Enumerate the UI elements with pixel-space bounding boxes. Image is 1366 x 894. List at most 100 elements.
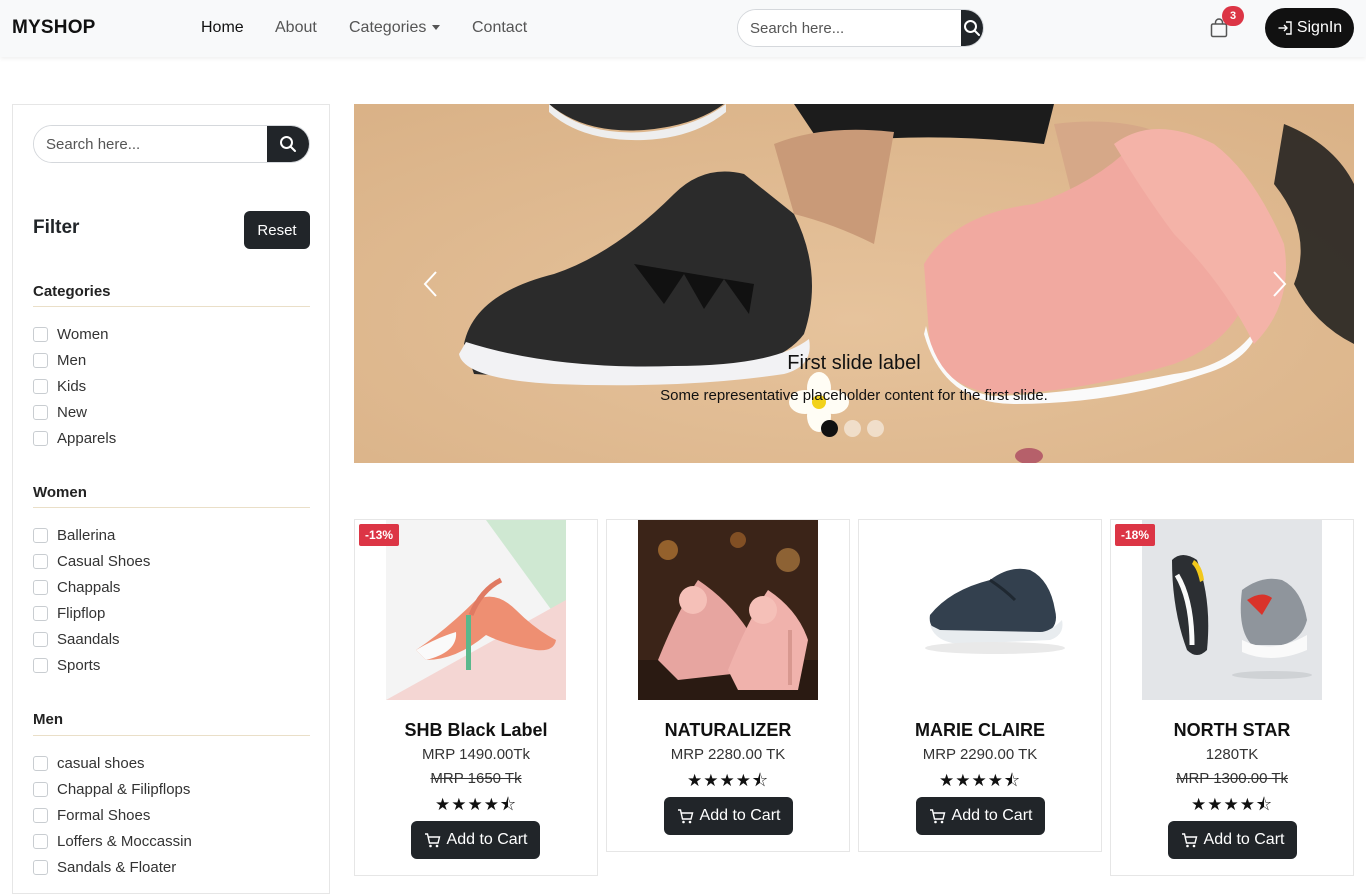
checkbox[interactable] xyxy=(33,379,48,394)
chevron-left-icon xyxy=(423,271,437,297)
checkbox[interactable] xyxy=(33,756,48,771)
filter-option[interactable]: Formal Shoes xyxy=(33,807,150,824)
rating-stars: ★★★★⯪ xyxy=(686,771,770,790)
checkbox[interactable] xyxy=(33,632,48,647)
filter-option[interactable]: Men xyxy=(33,352,86,369)
filter-option[interactable]: Casual Shoes xyxy=(33,553,150,570)
signin-label: SignIn xyxy=(1296,19,1343,36)
product-price: MRP 2280.00 TK xyxy=(670,746,786,763)
filter-sidebar: Filter Reset Categories Women Men Kids N… xyxy=(12,104,330,894)
filter-option[interactable]: Sports xyxy=(33,657,100,674)
filter-option[interactable]: Sandals & Floater xyxy=(33,859,176,876)
product-name[interactable]: NORTH STAR xyxy=(1111,720,1353,741)
filter-option-label: Sports xyxy=(57,657,101,674)
header-search-input[interactable] xyxy=(738,10,961,46)
checkbox[interactable] xyxy=(33,405,48,420)
filter-option-label: Formal Shoes xyxy=(57,807,151,824)
filter-option[interactable]: Kids xyxy=(33,378,86,395)
cart-icon xyxy=(1181,833,1197,848)
filter-option[interactable]: Loffers & Moccassin xyxy=(33,833,192,850)
sidebar-search xyxy=(33,125,310,163)
nav-about[interactable]: About xyxy=(275,19,317,37)
add-to-cart-label: Add to Cart xyxy=(699,807,781,824)
reset-button[interactable]: Reset xyxy=(244,211,310,249)
checkbox[interactable] xyxy=(33,860,48,875)
product-old-price: MRP 1300.00 Tk xyxy=(1175,770,1288,787)
filter-option[interactable]: Women xyxy=(33,326,108,343)
filter-option[interactable]: Saandals xyxy=(33,631,120,648)
filter-option[interactable]: Ballerina xyxy=(33,527,115,544)
carousel-caption-text: Some representative placeholder content … xyxy=(660,387,1048,404)
filter-group-title: Women xyxy=(33,484,87,501)
carousel-indicator-1[interactable] xyxy=(821,420,838,437)
filter-option-label: Kids xyxy=(57,378,87,395)
checkbox[interactable] xyxy=(33,528,48,543)
product-name[interactable]: SHB Black Label xyxy=(355,720,597,741)
checkbox[interactable] xyxy=(33,606,48,621)
sidebar-search-button[interactable] xyxy=(267,126,309,162)
sidebar-search-input[interactable] xyxy=(34,126,267,162)
filter-group-title: Categories xyxy=(33,283,111,300)
add-to-cart-button[interactable]: Add to Cart xyxy=(1168,821,1297,859)
product-name[interactable]: MARIE CLAIRE xyxy=(859,720,1101,741)
cart-count-badge: 3 xyxy=(1222,6,1244,26)
nav-categories-label: Categories xyxy=(349,19,427,36)
checkbox[interactable] xyxy=(33,554,48,569)
filter-option[interactable]: Chappal & Filipflops xyxy=(33,781,190,798)
header-search-button[interactable] xyxy=(961,10,983,46)
add-to-cart-label: Add to Cart xyxy=(446,831,528,848)
product-card: MARIE CLAIRE MRP 2290.00 TK ★★★★⯪ Add to… xyxy=(858,519,1102,852)
nav-categories-dropdown[interactable]: Categories xyxy=(349,19,441,37)
product-photo xyxy=(638,520,818,700)
add-to-cart-button[interactable]: Add to Cart xyxy=(916,797,1045,835)
filter-option-label: Chappals xyxy=(57,579,121,596)
checkbox[interactable] xyxy=(33,431,48,446)
header-search xyxy=(737,9,984,47)
add-to-cart-label: Add to Cart xyxy=(1203,831,1285,848)
nav-contact[interactable]: Contact xyxy=(472,19,527,37)
cart-icon xyxy=(929,809,945,824)
product-card: -18% NORTH STAR 1280TK MRP 1300.00 Tk ★★… xyxy=(1110,519,1354,876)
filter-option[interactable]: New xyxy=(33,404,87,421)
carousel-prev-button[interactable] xyxy=(416,264,446,304)
nav-home[interactable]: Home xyxy=(201,19,244,37)
product-name[interactable]: NATURALIZER xyxy=(607,720,849,741)
product-image[interactable] xyxy=(638,520,818,700)
filter-option-label: Saandals xyxy=(57,631,120,648)
product-price: MRP 2290.00 TK xyxy=(922,746,1038,763)
product-image[interactable] xyxy=(1142,520,1322,700)
filter-option-label: casual shoes xyxy=(57,755,145,772)
carousel-indicator-2[interactable] xyxy=(844,420,861,437)
chevron-right-icon xyxy=(1273,271,1287,297)
caret-down-icon xyxy=(432,25,441,31)
filter-option[interactable]: Apparels xyxy=(33,430,116,447)
carousel-indicator-3[interactable] xyxy=(867,420,884,437)
product-image[interactable] xyxy=(890,520,1070,700)
filter-option[interactable]: casual shoes xyxy=(33,755,145,772)
rating-stars: ★★★★⯪ xyxy=(434,795,518,814)
checkbox[interactable] xyxy=(33,353,48,368)
product-photo xyxy=(1142,520,1322,700)
checkbox[interactable] xyxy=(33,782,48,797)
product-old-price: MRP 1650 Tk xyxy=(430,770,522,787)
add-to-cart-button[interactable]: Add to Cart xyxy=(664,797,793,835)
checkbox[interactable] xyxy=(33,808,48,823)
filter-option[interactable]: Flipflop xyxy=(33,605,105,622)
hero-carousel: First slide label Some representative pl… xyxy=(354,104,1354,463)
filter-title: Filter xyxy=(33,217,80,238)
carousel-next-button[interactable] xyxy=(1264,264,1294,304)
checkbox[interactable] xyxy=(33,658,48,673)
product-image[interactable] xyxy=(386,520,566,700)
brand-logo[interactable]: MYSHOP xyxy=(12,17,96,39)
signin-button[interactable]: SignIn xyxy=(1265,8,1354,48)
add-to-cart-button[interactable]: Add to Cart xyxy=(411,821,540,859)
cart-button[interactable]: 3 xyxy=(1208,6,1244,40)
carousel-slide-image xyxy=(354,104,1354,463)
checkbox[interactable] xyxy=(33,580,48,595)
checkbox[interactable] xyxy=(33,327,48,342)
checkbox[interactable] xyxy=(33,834,48,849)
filter-option-label: Casual Shoes xyxy=(57,553,151,570)
filter-option[interactable]: Chappals xyxy=(33,579,120,596)
navbar: MYSHOP Home About Categories Contact 3 S… xyxy=(0,0,1366,57)
rating-stars: ★★★★⯪ xyxy=(1190,795,1274,814)
